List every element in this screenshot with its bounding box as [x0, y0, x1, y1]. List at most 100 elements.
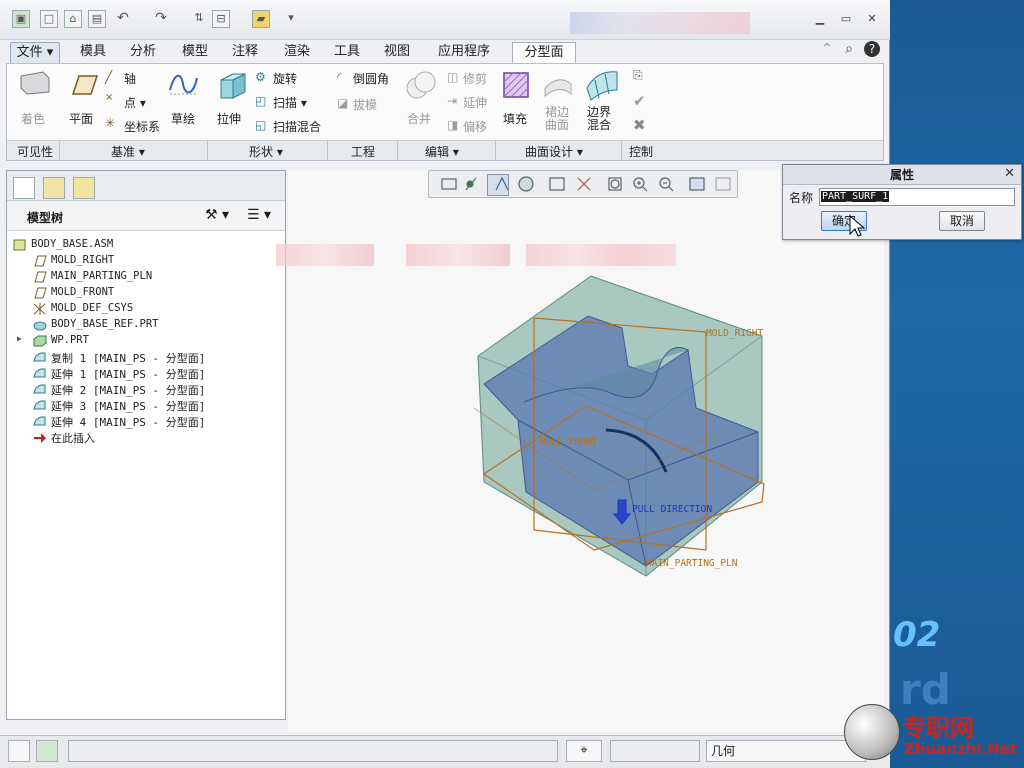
- close-window-icon[interactable]: ▰: [252, 10, 270, 28]
- offset-button[interactable]: 偏移: [463, 118, 487, 135]
- watermark-ball-icon: [844, 704, 900, 760]
- surface-icon: [33, 400, 46, 410]
- tab-applications[interactable]: 应用程序: [432, 42, 496, 64]
- extend-icon: ⇥: [447, 94, 458, 108]
- save-icon[interactable]: ▤: [88, 10, 106, 28]
- draft-button[interactable]: 拔模: [353, 96, 377, 113]
- close-icon[interactable]: ✕: [864, 12, 880, 26]
- tree-item-label: 在此插入: [51, 432, 95, 445]
- tab-file[interactable]: 文件 ▾: [10, 42, 60, 64]
- mold-model-3d: [473, 275, 765, 577]
- properties-dialog: 属性 ✕ 名称 PART_SURF_1 确定 取消: [782, 164, 1022, 240]
- maximize-icon[interactable]: ▭: [838, 12, 854, 26]
- window-title-blurred: [570, 12, 750, 34]
- group-surface-design[interactable]: 曲面设计 ▾: [525, 143, 583, 160]
- round-icon: ◜: [337, 70, 342, 84]
- datum-plane-icon: [34, 255, 47, 267]
- surface-icon: [33, 384, 46, 394]
- boundary-blend-button[interactable]: 边界 混合: [587, 106, 611, 132]
- open-icon[interactable]: ⌂: [64, 10, 82, 28]
- group-datum[interactable]: 基准 ▾: [111, 143, 145, 160]
- point-icon: ×: [105, 92, 114, 103]
- message-area: [68, 740, 558, 762]
- tree-columns-icon[interactable]: ☰ ▾: [247, 207, 271, 223]
- assembly-icon: [13, 239, 26, 251]
- title-bar: ▣ □ ⌂ ▤ ↶ ↷ ⇅ ⊟ ▰ ▾ ▁ ▭ ✕: [0, 0, 890, 40]
- group-engineering: 工程: [351, 145, 376, 159]
- plane-icon: [71, 75, 99, 95]
- dialog-close-icon[interactable]: ✕: [1004, 166, 1015, 181]
- graphics-viewport[interactable]: MOLD_RIGHT MOLD_FRONT PULL DIRECTION MAI…: [276, 170, 884, 732]
- desktop-text: 02: [893, 615, 941, 655]
- control-properties-icon[interactable]: ⎘: [633, 68, 643, 83]
- mold-right-label: MOLD_RIGHT: [706, 328, 764, 339]
- windows-icon[interactable]: ⊟: [212, 10, 230, 28]
- plane-button[interactable]: 平面: [69, 110, 93, 127]
- sweep-button[interactable]: 扫描 ▾: [273, 94, 307, 111]
- merge-icon: [406, 71, 436, 99]
- minimize-icon[interactable]: ▁: [812, 12, 828, 26]
- axis-button[interactable]: 轴: [124, 70, 136, 87]
- skirt-surface-button[interactable]: 裙边 曲面: [545, 106, 569, 132]
- tab-view[interactable]: 视图: [380, 42, 414, 64]
- model-tree-tab-icon[interactable]: [13, 177, 35, 199]
- tab-annotate[interactable]: 注释: [228, 42, 262, 64]
- watermark-title: 专职网: [902, 713, 974, 742]
- extrude-icon: [220, 73, 246, 99]
- name-field[interactable]: PART_SURF_1: [819, 188, 1015, 206]
- merge-button[interactable]: 合并: [407, 110, 431, 127]
- sketch-button[interactable]: 草绘: [171, 110, 195, 127]
- tree-item-label: WP.PRT: [51, 334, 89, 346]
- tree-item-label: MOLD_RIGHT: [51, 254, 115, 266]
- name-label: 名称: [789, 191, 814, 205]
- redo-icon[interactable]: ↷: [152, 10, 170, 28]
- cancel-x-icon[interactable]: ✖: [633, 116, 646, 134]
- csys-icon: ✳: [105, 116, 116, 130]
- tree-item-label: 延伸 2 [MAIN_PS - 分型面]: [51, 384, 206, 397]
- revolve-button[interactable]: 旋转: [273, 70, 297, 87]
- trim-icon: ◫: [447, 70, 459, 84]
- shading-button[interactable]: 着色: [21, 110, 45, 127]
- tab-tools[interactable]: 工具: [330, 42, 364, 64]
- shading-icon: [20, 71, 50, 95]
- tab-render[interactable]: 渲染: [280, 42, 314, 64]
- undo-icon[interactable]: ↶: [114, 10, 132, 28]
- new-icon[interactable]: □: [40, 10, 58, 28]
- extend-button[interactable]: 延伸: [463, 94, 487, 111]
- skirt-surface-icon: [544, 79, 572, 98]
- tab-mold[interactable]: 模具: [76, 42, 110, 64]
- status-spacer: [610, 740, 700, 762]
- trim-button[interactable]: 修剪: [463, 70, 487, 87]
- round-button[interactable]: 倒圆角: [353, 70, 389, 87]
- tab-analysis[interactable]: 分析: [126, 42, 160, 64]
- confirm-check-icon[interactable]: ✔: [633, 92, 646, 110]
- expand-arrow-icon[interactable]: ▶: [17, 334, 22, 343]
- cancel-button[interactable]: 取消: [939, 211, 985, 231]
- tab-model[interactable]: 模型: [178, 42, 212, 64]
- favorites-tab-icon[interactable]: [73, 177, 95, 199]
- model-tree-title: 模型树: [27, 211, 64, 225]
- swept-blend-button[interactable]: 扫描混合: [273, 118, 321, 135]
- extrude-button[interactable]: 拉伸: [217, 110, 241, 127]
- help-icon[interactable]: ?: [864, 41, 880, 57]
- tree-item-label: BODY_BASE.ASM: [31, 238, 114, 250]
- navigator-panel: 模型树 ⚒ ▾ ☰ ▾ BODY_BASE.ASM MOLD_RIGHT MAIN_…: [6, 170, 286, 720]
- regenerate-icon[interactable]: ⇅: [190, 10, 208, 28]
- insert-here-icon: [34, 433, 46, 443]
- collapse-ribbon-icon[interactable]: ⌃: [818, 41, 836, 59]
- point-button[interactable]: 点 ▾: [124, 94, 146, 111]
- find-icon[interactable]: ⌖: [566, 740, 602, 762]
- ribbon-tabs: 文件 ▾ 模具 分析 模型 注释 渲染 工具 视图 应用程序 分型面: [0, 40, 890, 66]
- tree-settings-icon[interactable]: ⚒ ▾: [205, 207, 229, 223]
- toggle-browser-icon[interactable]: [36, 740, 58, 762]
- dialog-title: 属性: [783, 165, 1021, 185]
- folder-browser-tab-icon[interactable]: [43, 177, 65, 199]
- group-shape[interactable]: 形状 ▾: [249, 143, 283, 160]
- csys-button[interactable]: 坐标系: [124, 118, 160, 135]
- toggle-navigator-icon[interactable]: [8, 740, 30, 762]
- tree-item-label: BODY_BASE_REF.PRT: [51, 318, 159, 330]
- search-icon[interactable]: ⌕: [840, 41, 858, 59]
- fill-button[interactable]: 填充: [503, 110, 527, 127]
- customize-toolbar-icon[interactable]: ▾: [282, 10, 300, 28]
- group-editing[interactable]: 编辑 ▾: [425, 143, 459, 160]
